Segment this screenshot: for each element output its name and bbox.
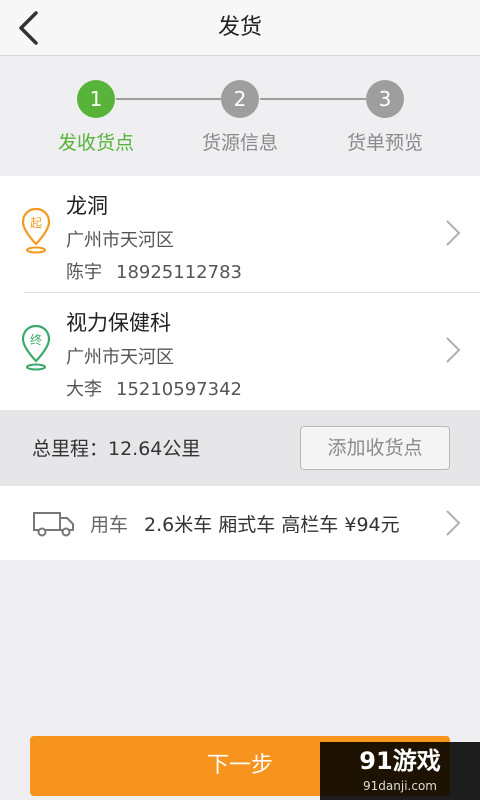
address-city: 广州市天河区 [66,230,174,251]
step-number: 3 [366,80,404,118]
step-label: 发收货点 [57,132,134,154]
step-number: 1 [77,80,115,118]
pickup-address[interactable]: 起 龙洞 广州市天河区 陈宇 18925112783 [0,176,480,293]
distance-bar: 总里程：12.64公里 添加收货点 [0,410,480,486]
address-contact: 陈宇 18925112783 [66,258,242,284]
chevron-right-icon [446,220,461,246]
top-bar: 发货 [0,0,480,56]
pin-badge: 终 [30,332,42,347]
step-1: 1 发收货点 [36,80,156,155]
step-number: 2 [221,80,259,118]
chevron-right-icon [446,510,461,536]
watermark-url: 91danji.com [363,779,437,793]
page-title: 发货 [217,15,262,40]
step-3: 3 货单预览 [325,80,445,155]
watermark: 91游戏 91danji.com [320,742,480,800]
contact-name: 陈宇 [66,262,102,283]
chevron-right-icon [446,337,461,363]
step-label: 货单预览 [346,132,423,154]
end-location-pin-icon: 终 [21,324,51,371]
contact-phone: 15210597342 [116,379,242,400]
contact-name: 大李 [66,379,102,400]
step-label: 货源信息 [201,132,278,154]
address-contact: 大李 15210597342 [66,375,242,401]
pin-badge: 起 [30,216,42,230]
vehicle-selector[interactable]: 用车 2.6米车 厢式车 高栏车 ¥94元 [0,486,480,560]
address-list: 起 龙洞 广州市天河区 陈宇 18925112783 终 视力保健科 广州市天河区… [0,176,480,410]
start-location-pin-icon: 起 [21,207,51,254]
vehicle-label: 用车 [90,514,129,536]
total-distance: 总里程：12.64公里 [32,438,201,460]
truck-icon [33,512,74,537]
address-city: 广州市天河区 [66,347,174,368]
add-delivery-point-button[interactable]: 添加收货点 [300,426,450,470]
address-name: 龙洞 [66,194,108,218]
step-2: 2 货源信息 [180,80,300,155]
vehicle-info: 用车 2.6米车 厢式车 高栏车 ¥94元 [90,510,400,537]
progress-steps: 1 发收货点 2 货源信息 3 货单预览 [0,56,480,176]
watermark-logo: 91游戏 [359,747,441,775]
delivery-address[interactable]: 终 视力保健科 广州市天河区 大李 15210597342 [0,293,480,410]
address-name: 视力保健科 [66,311,171,335]
contact-phone: 18925112783 [116,262,242,283]
vehicle-detail: 2.6米车 厢式车 高栏车 ¥94元 [144,514,400,536]
